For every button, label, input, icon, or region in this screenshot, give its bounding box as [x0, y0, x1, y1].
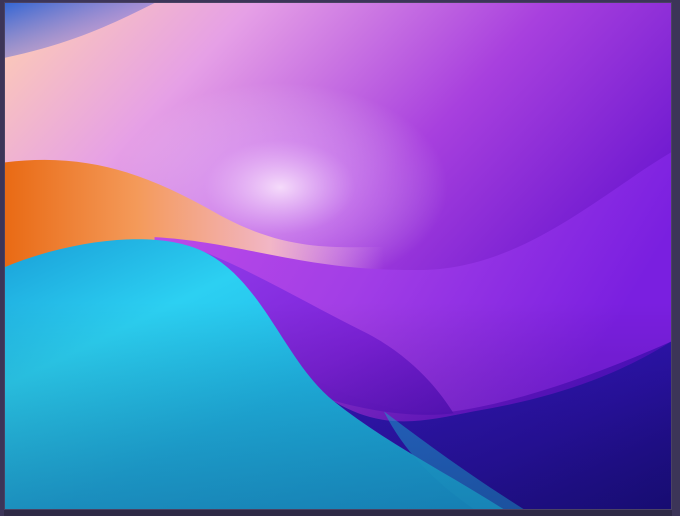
abstract-wave-wallpaper [4, 2, 672, 510]
bottom-edge-strip [4, 510, 672, 516]
wave-artwork [5, 3, 671, 509]
image-frame [0, 0, 680, 516]
bottom-shade [5, 301, 671, 509]
